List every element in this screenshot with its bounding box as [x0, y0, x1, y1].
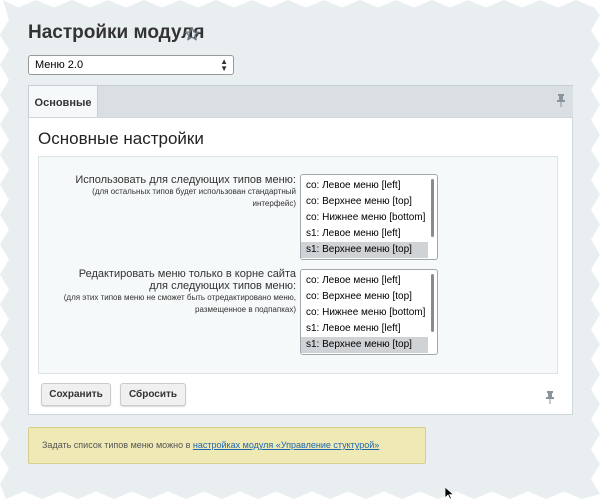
- hint-text: Задать список типов меню можно в: [42, 440, 193, 450]
- list-option[interactable]: co: Левое меню [left]: [301, 178, 428, 194]
- menu-types-listbox[interactable]: co: Левое меню [left] co: Верхнее меню […: [300, 174, 438, 260]
- module-select[interactable]: Меню 2.0 ▲ ▼: [28, 55, 234, 75]
- list-option[interactable]: co: Левое меню [left]: [301, 273, 428, 289]
- page-title: Настройки модуля: [28, 22, 205, 43]
- field-hint-text: (для остальных типов будет использован с…: [92, 187, 296, 208]
- field-label-text: Редактировать меню только в корне сайта …: [78, 268, 296, 292]
- list-option[interactable]: s1: Левое меню [left]: [301, 321, 428, 337]
- hint-box: Задать список типов меню можно в настрой…: [28, 427, 426, 464]
- mouse-cursor-icon: [445, 487, 455, 499]
- save-button[interactable]: Сохранить: [41, 383, 111, 406]
- list-option[interactable]: co: Верхнее меню [top]: [301, 289, 428, 305]
- field-label-text: Использовать для следующих типов меню:: [75, 174, 296, 186]
- tab-bar: [28, 85, 573, 118]
- list-option[interactable]: s1: Левое меню [left]: [301, 226, 428, 242]
- pin-icon[interactable]: [555, 93, 567, 107]
- list-option-selected[interactable]: s1: Верхнее меню [top]: [301, 242, 428, 258]
- reset-button[interactable]: Сбросить: [120, 383, 186, 406]
- tab-main[interactable]: Основные: [28, 85, 98, 119]
- star-icon[interactable]: [184, 26, 200, 42]
- listbox-scrollbar[interactable]: [431, 179, 434, 237]
- module-select-value: Меню 2.0: [35, 59, 84, 71]
- listbox-scrollbar[interactable]: [431, 274, 434, 332]
- updown-arrows-icon: ▲ ▼: [220, 57, 228, 73]
- root-only-listbox[interactable]: co: Левое меню [left] co: Верхнее меню […: [300, 269, 438, 355]
- field-label-menu-types: Использовать для следующих типов меню: (…: [60, 174, 296, 210]
- list-option[interactable]: co: Нижнее меню [bottom]: [301, 210, 428, 226]
- module-settings-link[interactable]: настройках модуля «Управление стуктурой»: [193, 440, 379, 450]
- list-option[interactable]: co: Нижнее меню [bottom]: [301, 305, 428, 321]
- list-option-selected[interactable]: s1: Верхнее меню [top]: [301, 337, 428, 353]
- pin-icon[interactable]: [544, 390, 556, 404]
- section-title: Основные настройки: [38, 129, 204, 148]
- list-option[interactable]: co: Верхнее меню [top]: [301, 194, 428, 210]
- field-label-root-only: Редактировать меню только в корне сайта …: [60, 268, 296, 316]
- field-hint-text: (для этих типов меню не сможет быть отре…: [63, 293, 296, 314]
